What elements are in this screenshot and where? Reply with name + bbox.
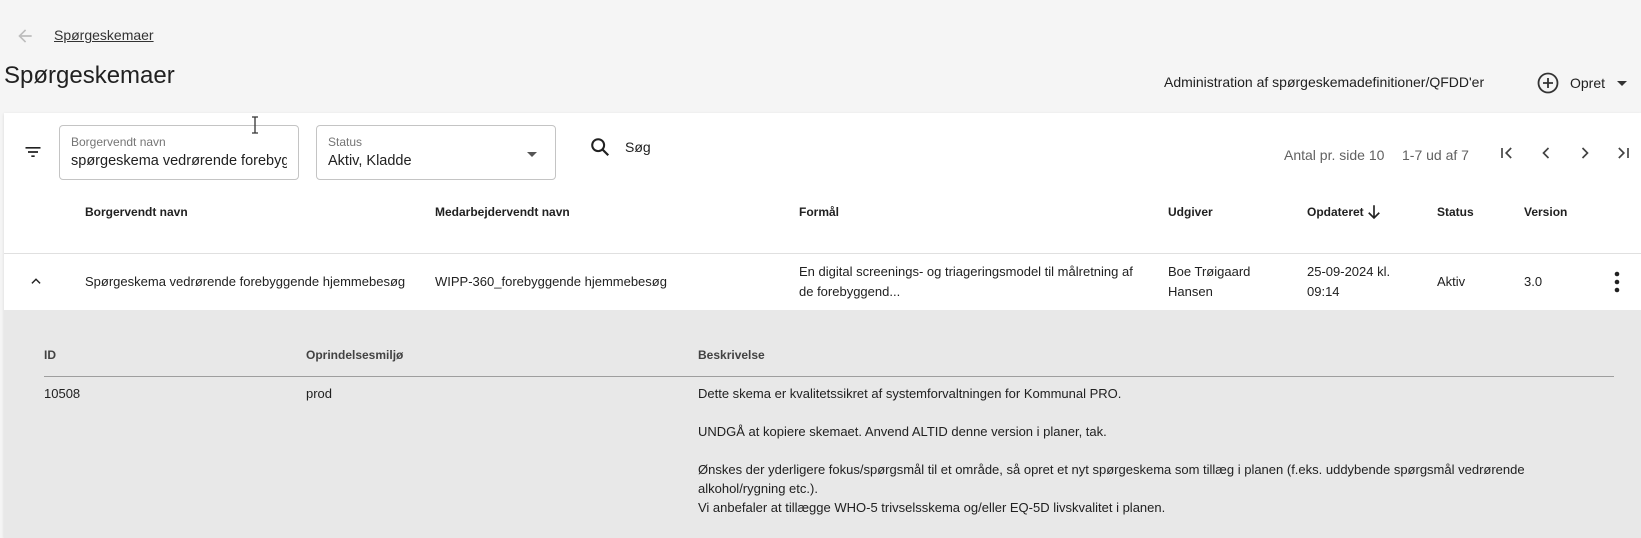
header-citizen-name[interactable]: Borgervendt navn <box>85 205 188 219</box>
arrow-down-icon[interactable] <box>1365 202 1383 222</box>
header-version[interactable]: Version <box>1524 205 1567 219</box>
header-staff-name[interactable]: Medarbejdervendt navn <box>435 205 570 219</box>
last-page-icon[interactable] <box>1612 143 1634 163</box>
citizen-name-label: Borgervendt navn <box>71 135 166 149</box>
description-paragraph: Dette skema er kvalitetssikret af system… <box>698 386 1122 401</box>
status-value: Aktiv, Kladde <box>328 153 412 169</box>
header-status[interactable]: Status <box>1437 205 1474 219</box>
first-page-icon[interactable] <box>1496 143 1518 163</box>
detail-origin: prod <box>306 386 333 401</box>
previous-page-icon[interactable] <box>1535 143 1557 163</box>
cell-publisher: Boe Trøigaard Hansen <box>1168 262 1250 302</box>
header-publisher[interactable]: Udgiver <box>1168 205 1213 219</box>
next-page-icon[interactable] <box>1574 143 1596 163</box>
detail-id: 10508 <box>44 386 81 401</box>
detail-header-description: Beskrivelse <box>698 348 765 362</box>
description-paragraph: Ønskes der yderligere fokus/spørgsmål ti… <box>698 462 1525 496</box>
status-label: Status <box>328 135 363 149</box>
detail-divider <box>44 376 1614 377</box>
citizen-name-field[interactable]: Borgervendt navn <box>59 125 299 180</box>
questionnaire-list-card: Borgervendt navn Status Aktiv, Kladde Sø… <box>4 113 1641 538</box>
more-vert-icon[interactable] <box>1614 271 1620 293</box>
cell-version: 3.0 <box>1524 274 1543 289</box>
cell-publisher-line2: Hansen <box>1168 284 1213 299</box>
create-button[interactable]: Opret <box>1536 70 1628 96</box>
cell-purpose: En digital screenings- og triageringsmod… <box>799 262 1133 302</box>
top-bar: Spørgeskemaer Spørgeskemaer Administrati… <box>0 0 1641 110</box>
cell-updated-line2: 09:14 <box>1307 284 1340 299</box>
description-paragraph: Vi anbefaler at tillægge WHO-5 trivselss… <box>698 500 1166 515</box>
header-purpose[interactable]: Formål <box>799 205 839 219</box>
table-row[interactable]: Spørgeskema vedrørende forebyggende hjem… <box>4 254 1641 310</box>
cell-publisher-line1: Boe Trøigaard <box>1168 264 1251 279</box>
page-title: Spørgeskemaer <box>4 62 175 89</box>
cell-updated: 25-09-2024 kl. 09:14 <box>1307 262 1390 302</box>
cell-citizen-name: Spørgeskema vedrørende forebyggende hjem… <box>85 274 406 289</box>
cell-purpose-line1: En digital screenings- og triageringsmod… <box>799 264 1133 279</box>
citizen-name-input[interactable] <box>71 153 287 169</box>
row-detail-panel: ID Oprindelsesmiljø Beskrivelse 10508 pr… <box>4 310 1641 538</box>
cell-purpose-line2: de forebyggend... <box>799 284 901 299</box>
search-label: Søg <box>625 139 651 155</box>
status-select[interactable]: Status Aktiv, Kladde <box>316 125 556 180</box>
description-paragraph: UNDGÅ at kopiere skemaet. Anvend ALTID d… <box>698 424 1107 439</box>
detail-description: Dette skema er kvalitetssikret af system… <box>698 384 1613 517</box>
arrow-left-icon[interactable] <box>14 26 36 46</box>
chevron-up-icon[interactable] <box>28 274 44 288</box>
create-label: Opret <box>1570 75 1606 91</box>
page-range-text: 1-7 ud af 7 <box>1402 147 1469 163</box>
header-updated[interactable]: Opdateret <box>1307 205 1364 219</box>
cell-staff-name: WIPP-360_forebyggende hjemmebesøg <box>435 274 667 289</box>
search-icon <box>591 138 610 157</box>
filter-list-icon[interactable] <box>22 142 44 162</box>
search-button[interactable]: Søg <box>589 136 651 158</box>
page-size-text[interactable]: Antal pr. side 10 <box>1284 147 1384 163</box>
breadcrumb-link[interactable]: Spørgeskemaer <box>54 27 154 43</box>
cell-status: Aktiv <box>1437 274 1466 289</box>
dropdown-arrow-icon <box>527 152 537 157</box>
cell-updated-line1: 25-09-2024 kl. <box>1307 264 1391 279</box>
plus-circle-icon <box>1537 72 1559 94</box>
detail-header-id: ID <box>44 348 56 362</box>
text-cursor-icon <box>252 116 258 134</box>
admin-link[interactable]: Administration af spørgeskemadefinitione… <box>1164 74 1484 90</box>
detail-header-origin: Oprindelsesmiljø <box>306 348 404 362</box>
chevron-down-icon <box>1617 80 1628 86</box>
